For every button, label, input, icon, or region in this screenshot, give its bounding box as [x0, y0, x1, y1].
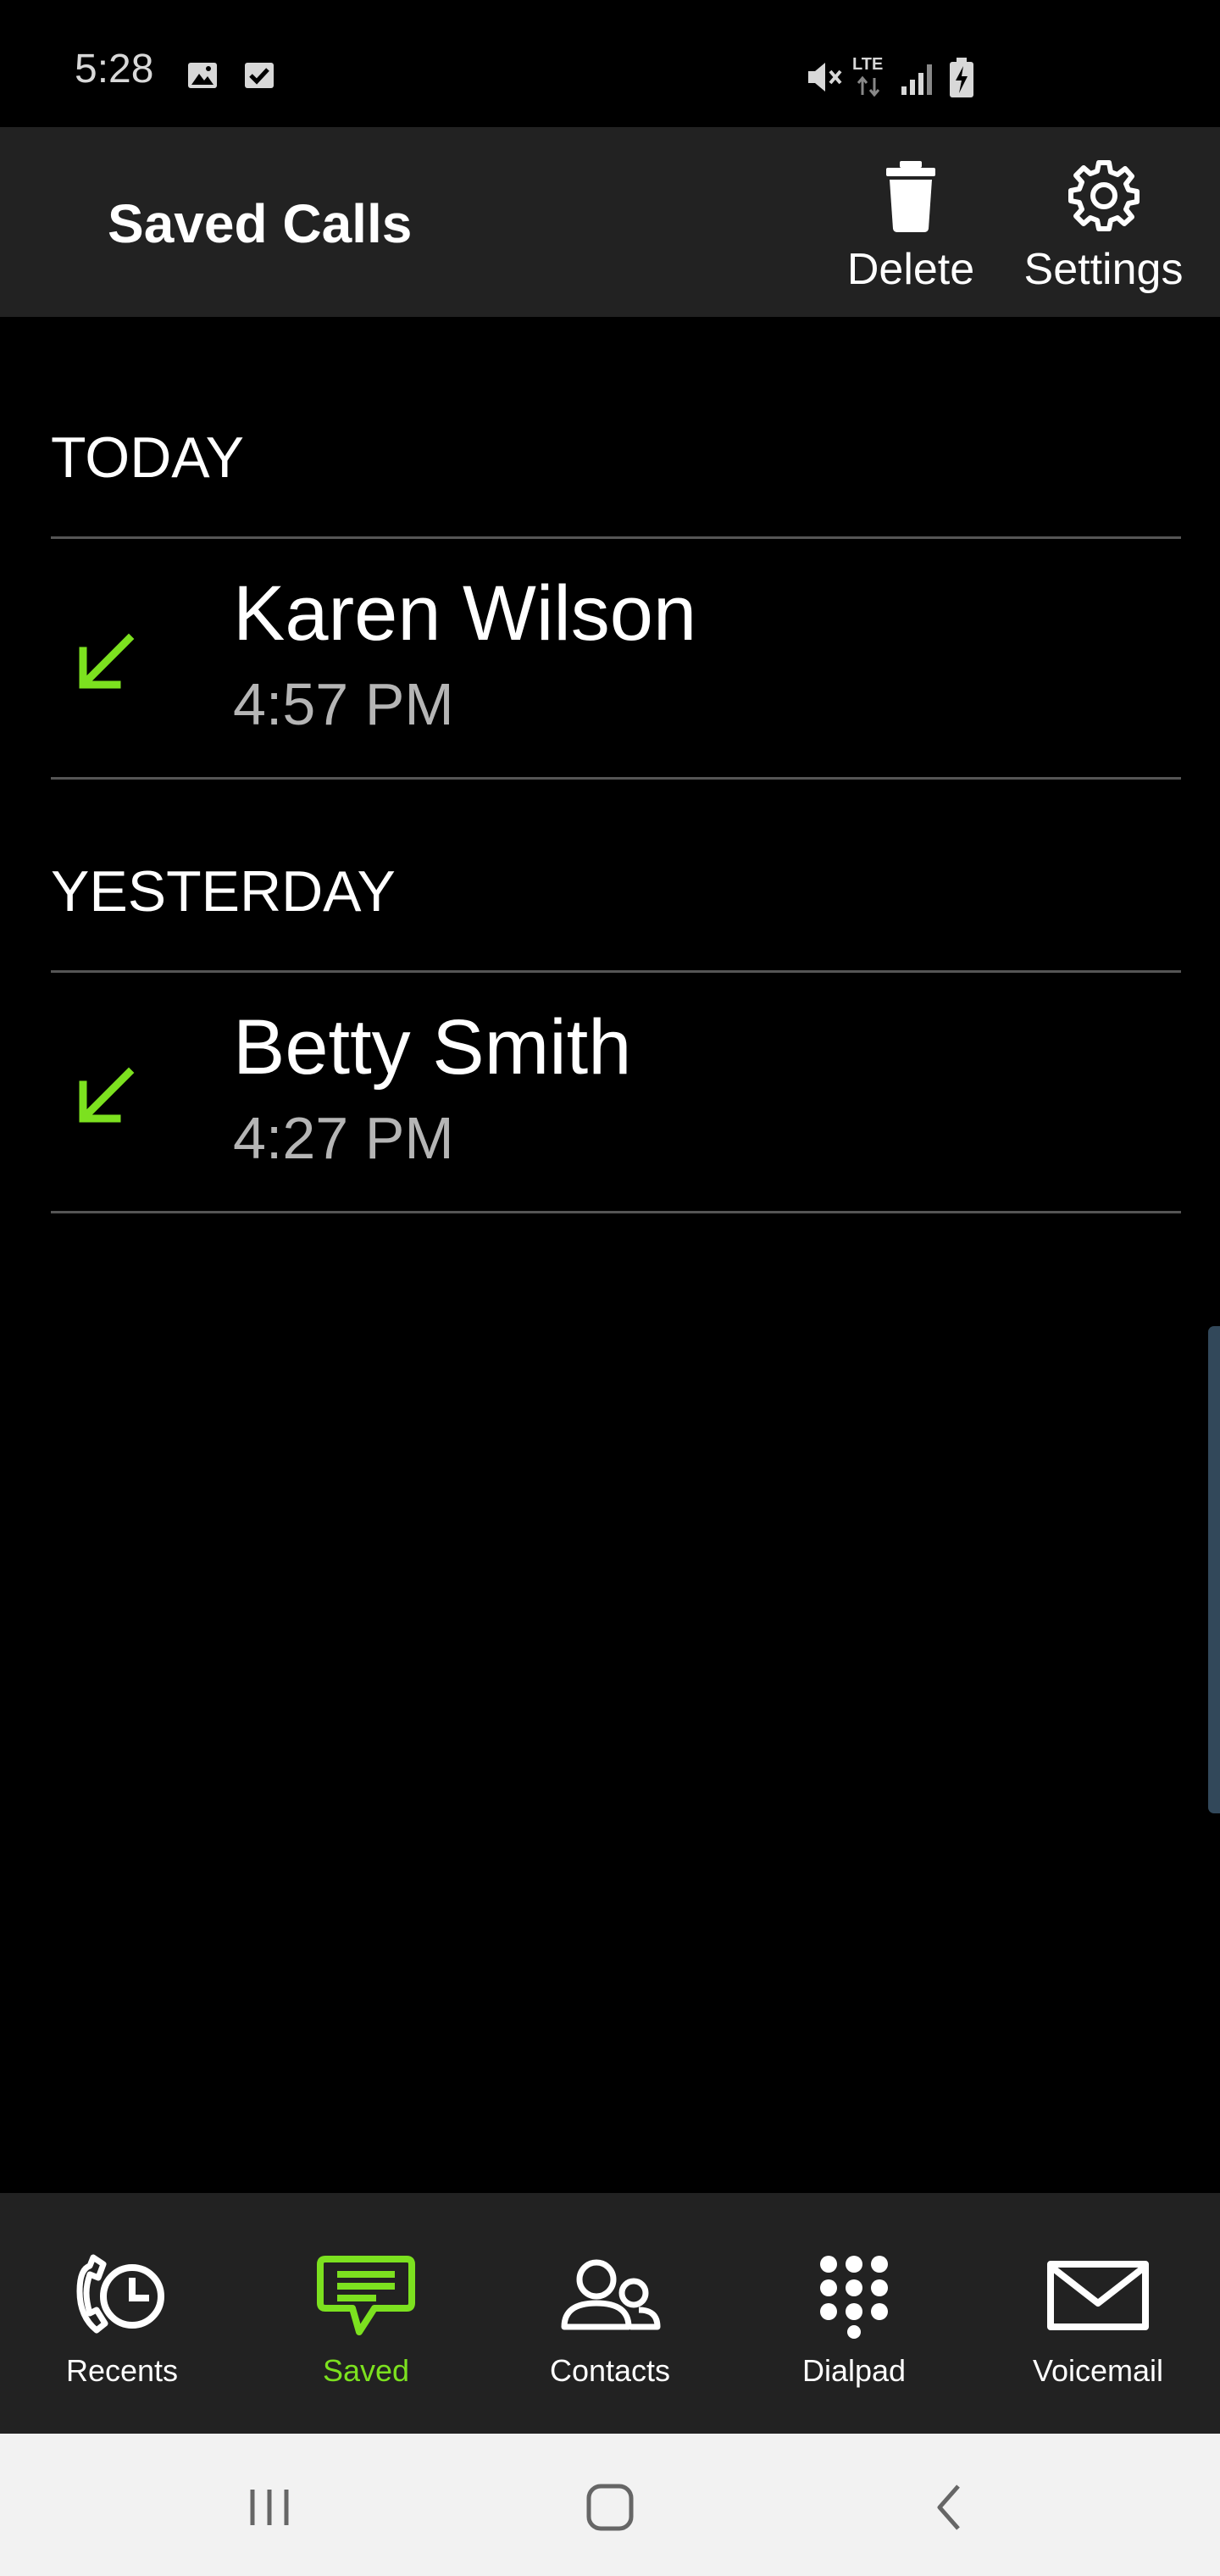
call-time: 4:27 PM [233, 1105, 454, 1171]
scrollbar[interactable] [1208, 1326, 1220, 1813]
lte-icon: LTE [851, 56, 888, 98]
delete-label: Delete [846, 245, 975, 294]
battery-charging-icon [950, 58, 973, 97]
page-title: Saved Calls [108, 193, 413, 254]
lte-label: LTE [852, 55, 884, 74]
envelope-icon [1047, 2261, 1149, 2330]
caller-name: Betty Smith [233, 1004, 632, 1091]
nav-label-recents: Recents [65, 2353, 179, 2388]
status-bar: 5:28 LTE [0, 0, 1220, 127]
image-icon [188, 63, 217, 88]
section-header-yesterday: YESTERDAY [51, 859, 396, 924]
phone-clock-icon [76, 2254, 164, 2334]
nav-label-dialpad: Dialpad [801, 2353, 907, 2388]
checkbox-icon [245, 63, 274, 88]
nav-label-contacts: Contacts [549, 2353, 671, 2388]
nav-voicemail[interactable]: Voicemail [976, 2193, 1220, 2434]
gear-icon [1068, 160, 1140, 231]
signal-icon [901, 64, 932, 95]
delete-button[interactable]: Delete [839, 158, 983, 293]
nav-contacts[interactable]: Contacts [488, 2193, 732, 2434]
nav-dialpad[interactable]: Dialpad [732, 2193, 976, 2434]
caller-name: Karen Wilson [233, 570, 697, 657]
message-bubble-icon [317, 2256, 415, 2335]
nav-saved[interactable]: Saved [244, 2193, 488, 2434]
incoming-call-arrow-icon [79, 1067, 135, 1123]
status-time: 5:28 [75, 47, 154, 92]
call-row-betty-smith[interactable]: Betty Smith 4:27 PM [51, 973, 1181, 1210]
trash-icon [886, 161, 935, 232]
incoming-call-arrow-icon [79, 633, 135, 689]
home-icon[interactable] [580, 2478, 640, 2537]
nav-recents[interactable]: Recents [0, 2193, 244, 2434]
call-time: 4:57 PM [233, 671, 454, 737]
call-row-karen-wilson[interactable]: Karen Wilson 4:57 PM [51, 539, 1181, 776]
settings-button[interactable]: Settings [1012, 158, 1195, 293]
settings-label: Settings [1023, 245, 1184, 294]
recent-apps-icon[interactable] [240, 2478, 299, 2537]
people-icon [561, 2259, 661, 2330]
back-icon[interactable] [921, 2478, 980, 2537]
divider [51, 1211, 1181, 1213]
nav-label-saved: Saved [322, 2353, 410, 2388]
divider [51, 777, 1181, 780]
system-nav-bar [0, 2434, 1220, 2576]
nav-label-voicemail: Voicemail [1032, 2353, 1164, 2388]
mute-icon [808, 63, 842, 92]
dialpad-icon [820, 2256, 888, 2339]
section-header-today: TODAY [51, 425, 244, 490]
bottom-nav: Recents Saved Contacts Dialpad Voicemail [0, 2193, 1220, 2434]
